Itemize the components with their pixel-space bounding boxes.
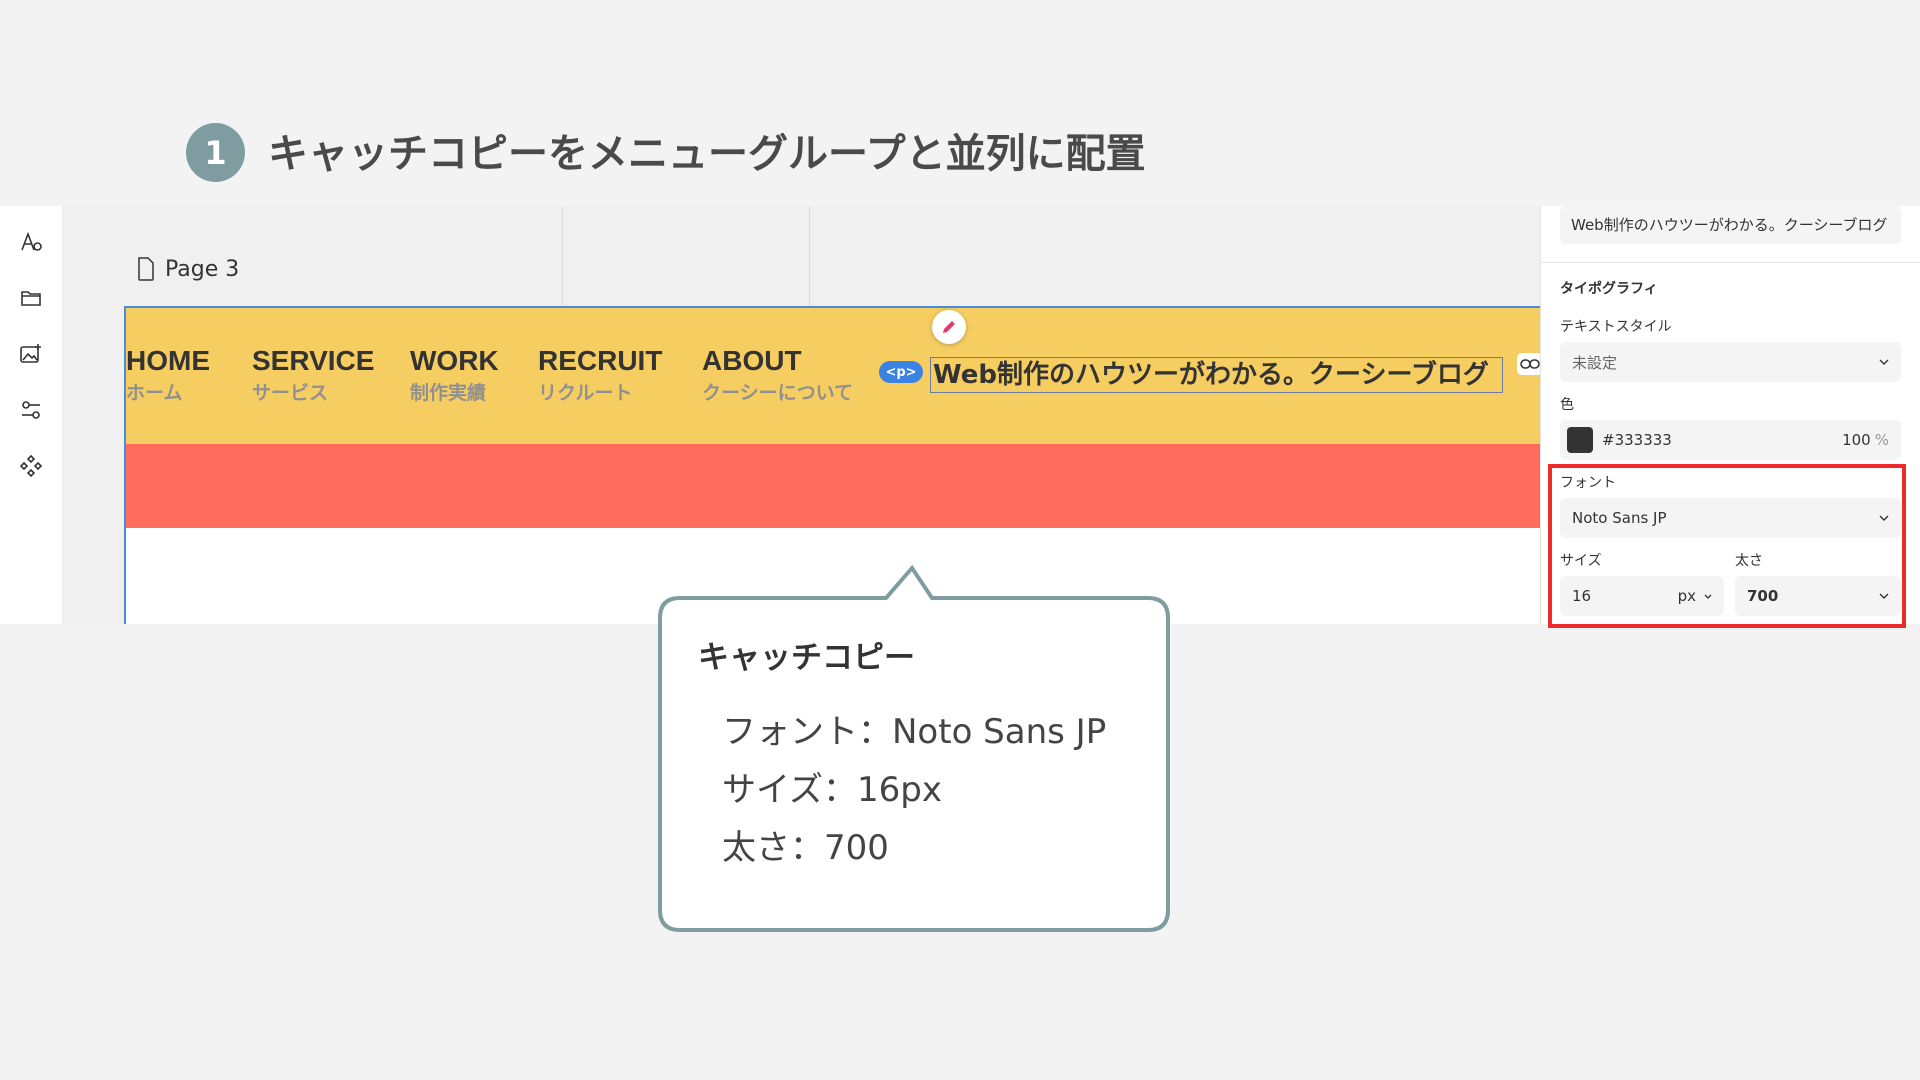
callout-font-line: フォント：Noto Sans JP: [722, 712, 1107, 752]
settings-sliders-icon[interactable]: [17, 396, 45, 424]
nav-label-jp: ホーム: [126, 382, 183, 404]
page-frame[interactable]: HOME ホーム SERVICE サービス WORK 制作実績 RECRUIT …: [124, 306, 1540, 624]
text-style-value: 未設定: [1572, 353, 1618, 372]
text-content-field[interactable]: Web制作のハウツーがわかる。クーシーブログ: [1560, 206, 1901, 244]
page-icon: [138, 257, 154, 281]
nav-item-recruit[interactable]: RECRUIT リクルート: [538, 344, 662, 406]
catch-copy-text[interactable]: Web制作のハウツーがわかる。クーシーブログ: [930, 357, 1503, 393]
components-icon[interactable]: [17, 452, 45, 480]
design-canvas[interactable]: Page 3 HOME ホーム SERVICE サービス WORK 制作実績 R…: [62, 206, 1540, 624]
link-icon[interactable]: [1517, 353, 1540, 375]
nav-label-jp: クーシーについて: [702, 382, 854, 404]
tool-rail: [0, 206, 63, 624]
nav-label-en: HOME: [126, 345, 210, 376]
color-field[interactable]: #333333 100 %: [1560, 420, 1901, 460]
nav-item-about[interactable]: ABOUT クーシーについて: [702, 344, 853, 406]
nav-label-en: RECRUIT: [538, 345, 663, 376]
nav-label-jp: サービス: [252, 382, 329, 404]
panel-divider: [1541, 262, 1920, 263]
callout-title: キャッチコピー: [698, 640, 915, 676]
nav-label-jp: 制作実績: [410, 382, 487, 404]
step-title: キャッチコピーをメニューグループと並列に配置: [268, 131, 1146, 177]
typography-heading: タイポグラフィ: [1560, 281, 1658, 297]
callout-weight-line: 太さ：700: [722, 828, 889, 868]
grid-line: [562, 206, 563, 306]
element-tag-badge: <p>: [879, 361, 923, 383]
color-hex-value: #333333: [1602, 431, 1672, 449]
nav-item-home[interactable]: HOME ホーム: [126, 344, 210, 406]
opacity-unit: %: [1874, 431, 1889, 449]
header-section[interactable]: HOME ホーム SERVICE サービス WORK 制作実績 RECRUIT …: [126, 308, 1540, 444]
hero-section[interactable]: [126, 444, 1540, 528]
nav-label-en: ABOUT: [702, 345, 802, 376]
nav-label-jp: リクルート: [538, 382, 633, 404]
grid-line: [809, 206, 810, 306]
color-swatch[interactable]: [1567, 427, 1593, 453]
folder-icon[interactable]: [17, 284, 45, 312]
add-image-icon[interactable]: [17, 340, 45, 368]
opacity-value[interactable]: 100: [1842, 431, 1871, 449]
callout-size-line: サイズ：16px: [722, 770, 942, 810]
step-number-badge: 1: [186, 123, 245, 182]
page-name: Page 3: [165, 256, 240, 282]
text-style-select[interactable]: 未設定: [1560, 342, 1901, 382]
typography-tool-icon[interactable]: [17, 228, 45, 256]
text-style-label: テキストスタイル: [1560, 319, 1672, 335]
nav-item-work[interactable]: WORK 制作実績: [410, 344, 499, 406]
color-label: 色: [1560, 397, 1574, 413]
edit-pen-icon[interactable]: [932, 310, 966, 344]
page-label[interactable]: Page 3: [137, 254, 239, 284]
chevron-down-icon: [1879, 359, 1889, 365]
nav-label-en: SERVICE: [252, 345, 375, 376]
nav-label-en: WORK: [410, 345, 499, 376]
nav-item-service[interactable]: SERVICE サービス: [252, 344, 374, 406]
font-settings-highlight: [1548, 464, 1906, 628]
